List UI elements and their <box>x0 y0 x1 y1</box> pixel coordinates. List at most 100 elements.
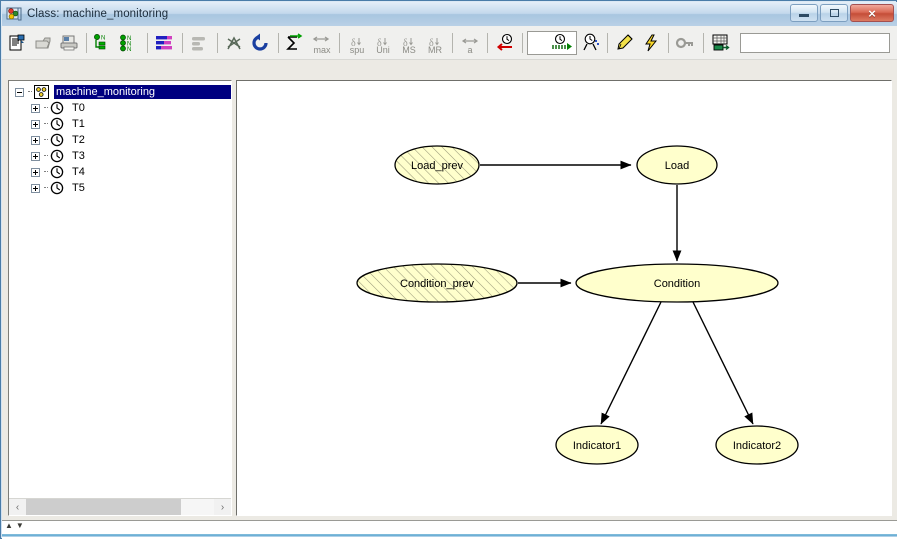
align-nodes-icon[interactable] <box>187 30 213 56</box>
window-title: Class: machine_monitoring <box>27 8 169 20</box>
node-load[interactable]: Load <box>636 145 718 185</box>
node-condition[interactable]: Condition <box>575 263 779 303</box>
tree-item-t2[interactable]: T2 <box>9 132 231 148</box>
delta-mr-icon[interactable]: δ MR <box>422 30 448 56</box>
bayesian-network-graph[interactable]: Load_prev Load Condition_prev Condition <box>237 81 891 515</box>
class-tree: machine_monitoring T0 T1 T2 T3 T4 T5 <box>9 81 231 497</box>
toolbar-separator <box>522 32 523 53</box>
scroll-up-icon[interactable]: ▲ <box>5 522 13 530</box>
scroll-down-icon[interactable]: ▼ <box>16 522 24 530</box>
node-indicator2[interactable]: Indicator2 <box>715 425 799 465</box>
expand-expander-icon[interactable] <box>31 119 40 129</box>
node-label: Condition_prev <box>400 278 474 290</box>
time-inspect-icon[interactable] <box>577 30 603 56</box>
delta-mr-label: MR <box>428 44 442 55</box>
tree-item-machine-monitoring[interactable]: machine_monitoring <box>9 84 231 100</box>
tree-item-label: T4 <box>72 166 85 178</box>
print-icon[interactable] <box>56 30 82 56</box>
scrollbar-track[interactable] <box>26 499 214 515</box>
toolbar-separator <box>86 32 87 53</box>
tree-item-t0[interactable]: T0 <box>9 100 231 116</box>
tree-connector <box>44 155 48 157</box>
title-bar[interactable]: Class: machine_monitoring × <box>2 2 897 26</box>
tree-item-t4[interactable]: T4 <box>9 164 231 180</box>
parameter-learning-icon[interactable]: N N N <box>117 30 143 56</box>
toolbar-separator <box>147 32 148 53</box>
toolbar-separator <box>487 32 488 53</box>
svg-text:N: N <box>127 47 131 53</box>
sum-sigma-icon[interactable] <box>283 30 309 56</box>
tree-item-t1[interactable]: T1 <box>9 116 231 132</box>
class-node-icon <box>34 85 49 99</box>
scroll-right-icon[interactable]: › <box>214 499 231 515</box>
delta-ms-label: MS <box>402 44 416 55</box>
scroll-left-icon[interactable]: ‹ <box>9 499 26 515</box>
maximize-button[interactable] <box>820 4 848 22</box>
clock-icon <box>50 181 65 195</box>
delta-uni-icon[interactable]: δ Uni <box>370 30 396 56</box>
toolbar-separator <box>339 32 340 53</box>
time-step-forward-icon[interactable] <box>527 30 577 55</box>
close-button[interactable]: × <box>850 4 894 22</box>
scrollbar-thumb[interactable] <box>26 499 181 515</box>
delta-spu-label: spu <box>349 44 365 55</box>
time-back-icon[interactable] <box>492 30 518 56</box>
expand-expander-icon[interactable] <box>31 135 40 145</box>
toolbar-separator <box>703 32 704 53</box>
search-input[interactable] <box>740 32 890 53</box>
clock-icon <box>50 165 65 179</box>
node-label: Condition <box>654 278 700 290</box>
node-condition-prev[interactable]: Condition_prev <box>356 263 518 303</box>
client-area: machine_monitoring T0 T1 T2 T3 T4 T5 ‹ ›… <box>2 60 897 539</box>
class-tree-panel: machine_monitoring T0 T1 T2 T3 T4 T5 ‹ › <box>8 80 232 516</box>
svg-text:N: N <box>101 35 105 41</box>
expand-expander-icon[interactable] <box>31 151 40 161</box>
bar-chart-icon[interactable] <box>152 30 178 56</box>
delta-ms-icon[interactable]: δ MS <box>396 30 422 56</box>
network-layout-icon[interactable] <box>222 30 248 56</box>
expand-expander-icon[interactable] <box>31 167 40 177</box>
node-indicator1[interactable]: Indicator1 <box>555 425 639 465</box>
expand-expander-icon[interactable] <box>31 183 40 193</box>
maximize-icon <box>829 9 839 17</box>
toolbar-separator <box>668 32 669 53</box>
tree-item-t3[interactable]: T3 <box>9 148 231 164</box>
close-icon: × <box>868 5 876 21</box>
edit-pencil-icon[interactable] <box>612 30 638 56</box>
node-label: Indicator2 <box>733 440 781 452</box>
minimize-button[interactable] <box>790 4 818 22</box>
tree-connector <box>44 139 48 141</box>
refresh-icon[interactable] <box>248 30 274 56</box>
node-label: Load <box>665 160 689 172</box>
expand-expander-icon[interactable] <box>31 103 40 113</box>
max-icon[interactable]: max <box>309 30 335 56</box>
toolbar-separator <box>278 32 279 53</box>
tree-item-label: T3 <box>72 150 85 162</box>
tree-item-t5[interactable]: T5 <box>9 180 231 196</box>
graph-canvas-panel[interactable]: Load_prev Load Condition_prev Condition <box>236 80 892 516</box>
toolbar-separator <box>607 32 608 53</box>
tree-horizontal-scrollbar[interactable]: ‹ › <box>9 498 231 515</box>
tree-connector <box>44 171 48 173</box>
tree-connector <box>44 187 48 189</box>
collapse-expander-icon[interactable] <box>15 87 24 97</box>
main-toolbar: N N N N max δ spu δ Uni δ MS δ MR a <box>2 26 897 60</box>
clock-icon <box>50 101 65 115</box>
tree-item-label: T0 <box>72 102 85 114</box>
new-class-icon[interactable] <box>4 30 30 56</box>
node-label: Indicator1 <box>573 440 621 452</box>
structural-learning-icon[interactable]: N <box>91 30 117 56</box>
window-bottom-accent <box>2 532 897 537</box>
toolbar-separator <box>182 32 183 53</box>
open-file-icon[interactable] <box>30 30 56 56</box>
key-icon[interactable] <box>673 30 699 56</box>
node-load-prev[interactable]: Load_prev <box>394 145 480 185</box>
clock-icon <box>50 133 65 147</box>
delta-a-icon[interactable]: a <box>457 30 483 56</box>
window-controls: × <box>790 4 894 22</box>
lightning-icon[interactable] <box>638 30 664 56</box>
application-window: Class: machine_monitoring × N N N N max … <box>0 0 897 539</box>
delta-spu-icon[interactable]: δ spu <box>344 30 370 56</box>
table-export-icon[interactable] <box>708 30 734 56</box>
window-frame: Class: machine_monitoring × N N N N max … <box>0 0 897 539</box>
